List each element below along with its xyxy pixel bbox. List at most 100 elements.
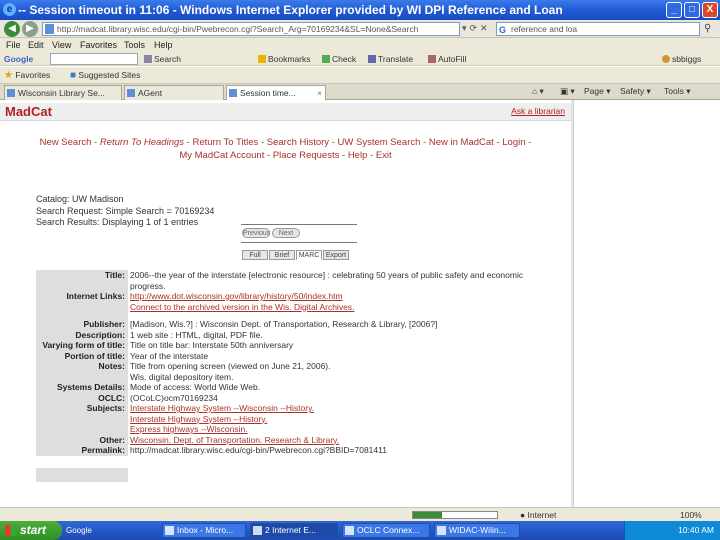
record-row: Connect to the archived version in the W… <box>36 301 572 313</box>
record-footer <box>36 467 572 482</box>
page-menu[interactable]: Page ▾ <box>584 84 611 99</box>
nav-link-place-requests[interactable]: Place Requests <box>273 150 340 161</box>
record-link[interactable]: Interstate Highway System --Wisconsin --… <box>128 403 314 414</box>
record-value: Year of the interstate <box>130 350 209 361</box>
suggested-sites-link[interactable]: ■ Suggested Sites <box>70 67 140 84</box>
favorites-button[interactable]: ★ Favorites <box>4 67 50 84</box>
minimize-button[interactable]: _ <box>666 2 682 18</box>
record-label <box>36 301 128 312</box>
view-tab-full[interactable]: Full <box>242 250 268 260</box>
back-arrow-icon[interactable]: ◀ <box>4 21 20 37</box>
record-label <box>36 371 128 382</box>
next-button[interactable]: Next <box>272 228 300 238</box>
record-link[interactable]: Connect to the archived version in the W… <box>128 302 354 313</box>
nav-link-my-madcat-account[interactable]: My MadCat Account <box>179 150 264 161</box>
user-icon <box>662 55 670 63</box>
magnifier-icon[interactable]: ⚲ <box>704 23 711 34</box>
right-blank-area <box>573 100 720 521</box>
google-g-icon: G <box>499 25 507 35</box>
search-input[interactable]: G reference and loa <box>496 22 700 36</box>
menu-file[interactable]: File <box>6 38 21 52</box>
google-search-field[interactable] <box>50 53 138 65</box>
zoom-level[interactable]: 100% <box>680 508 702 522</box>
task-inbox[interactable]: Inbox - Micro... <box>162 523 246 538</box>
bookmarks-button[interactable]: Bookmarks <box>258 52 311 66</box>
record-value: Mode of access: World Wide Web. <box>130 382 261 392</box>
nav-link-new-in-madcat[interactable]: New in MadCat <box>429 137 494 148</box>
menu-edit[interactable]: Edit <box>28 38 44 52</box>
view-tab-marc[interactable]: MARC <box>296 250 322 260</box>
record-row: Publisher: [Madison, Wis.?] : Wisconsin D… <box>36 319 572 330</box>
record-label <box>36 280 128 291</box>
refresh-stop-icons[interactable]: ▾⟳✕ <box>462 23 491 34</box>
record-row: Subjects: Interstate Highway System --Wis… <box>36 403 572 414</box>
nav-link-return-to-titles[interactable]: Return To Titles <box>192 137 258 148</box>
menu-tools[interactable]: Tools <box>124 38 145 52</box>
tools-menu[interactable]: Tools ▾ <box>664 84 690 99</box>
record-value: [Madison, Wis.?] : Wisconsin Dept. of Tr… <box>130 319 438 329</box>
task-widac[interactable]: WIDAC-Wilin... <box>434 523 520 538</box>
tab-agent[interactable]: AGent <box>124 85 224 100</box>
translate-button[interactable]: Translate <box>368 52 413 66</box>
check-button[interactable]: Check <box>322 52 356 66</box>
nav-separator: - <box>91 137 100 148</box>
record-value: (OCoLC)ocm70169234 <box>130 392 218 403</box>
autofill-icon <box>428 55 436 63</box>
safety-menu[interactable]: Safety ▾ <box>620 84 651 99</box>
previous-button[interactable]: Previous <box>242 228 270 238</box>
nav-link-login[interactable]: Login <box>502 137 525 148</box>
record-row: Description: 1 web site : HTML, digital, … <box>36 329 572 340</box>
record-row: Notes: Title from opening screen (viewed … <box>36 361 572 372</box>
view-tab-brief[interactable]: Brief <box>269 250 295 260</box>
record-link[interactable]: Interstate Highway System --History. <box>128 414 267 425</box>
record-label: Subjects: <box>36 403 128 414</box>
nav-link-return-to-headings[interactable]: Return To Headings <box>100 137 184 148</box>
feeds-icon[interactable]: ▣ ▾ <box>560 84 575 99</box>
nav-link-exit[interactable]: Exit <box>376 150 392 161</box>
record-row: Wis. digital depository item. <box>36 371 572 382</box>
view-tab-export[interactable]: Export <box>323 250 349 260</box>
tab-favicon <box>7 89 15 97</box>
tab-close-icon[interactable]: × <box>317 86 322 100</box>
record-link[interactable]: Express highways --Wisconsin. <box>128 424 248 435</box>
url-input[interactable]: http://madcat.library.wisc.edu/cgi-bin/P… <box>42 22 460 36</box>
nav-link-uw-system-search[interactable]: UW System Search <box>338 137 421 148</box>
nav-link-search-history[interactable]: Search History <box>267 137 329 148</box>
autofill-button[interactable]: AutoFill <box>428 52 466 66</box>
maximize-button[interactable]: □ <box>684 2 700 18</box>
status-bar: ● Internet 100% <box>0 507 720 521</box>
record-link[interactable]: http://www.dot.wisconsin.gov/library/his… <box>128 291 343 302</box>
tab-session-timeout[interactable]: Session time... × <box>226 85 326 100</box>
tab-favicon <box>229 89 237 97</box>
close-button[interactable]: X <box>702 2 718 18</box>
search-request-text: Search Request: Simple Search = 70169234 <box>36 205 215 216</box>
pager: Previous Next <box>242 228 302 238</box>
record-label <box>36 413 128 424</box>
nav-separator: - <box>258 137 267 148</box>
madcat-page: MadCat Ask a librarian New Search - Retu… <box>0 100 571 521</box>
zone-indicator: ● Internet <box>520 510 557 520</box>
record-link[interactable]: Wisconsin. Dept. of Transportation. Rese… <box>128 435 339 446</box>
record-label: Portion of title: <box>36 350 128 361</box>
madcat-logo: MadCat <box>5 104 52 119</box>
system-tray: 10:40 AM <box>624 521 720 540</box>
clock[interactable]: 10:40 AM <box>678 525 714 535</box>
menu-help[interactable]: Help <box>154 38 173 52</box>
forward-arrow-icon[interactable]: ▶ <box>22 21 38 37</box>
nav-link-new-search[interactable]: New Search <box>40 137 92 148</box>
record-row: Interstate Highway System --History. <box>36 413 572 425</box>
google-search-button[interactable]: Search <box>144 52 181 66</box>
home-icon[interactable]: ⌂ ▾ <box>532 84 544 99</box>
record-footer-cell <box>36 467 128 482</box>
url-text: http://madcat.library.wisc.edu/cgi-bin/P… <box>57 24 419 34</box>
menu-favorites[interactable]: Favorites <box>80 38 117 52</box>
quick-launch-google[interactable]: Google <box>66 524 92 537</box>
menu-view[interactable]: View <box>52 38 71 52</box>
start-button[interactable]: start <box>0 521 62 540</box>
tab-wisconsin-library[interactable]: Wisconsin Library Se... <box>4 85 122 100</box>
ask-librarian-link[interactable]: Ask a librarian <box>511 106 565 116</box>
task-internet-explorer[interactable]: 2 Internet E... <box>250 523 338 538</box>
nav-link-help[interactable]: Help <box>348 150 368 161</box>
google-user[interactable]: sbbiggs <box>662 52 701 66</box>
task-oclc-connexion[interactable]: OCLC Connex... <box>342 523 430 538</box>
